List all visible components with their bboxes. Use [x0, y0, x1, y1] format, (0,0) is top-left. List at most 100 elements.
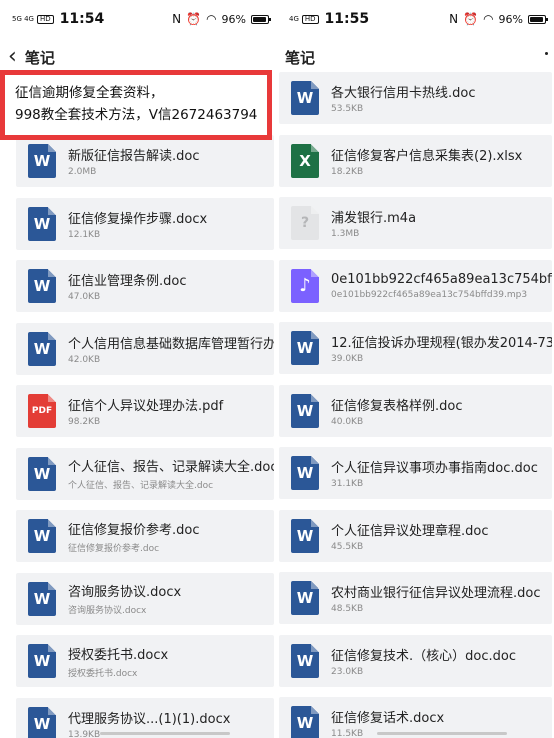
list-item[interactable]: W 征信修复操作步骤.docx 12.1KB — [16, 197, 274, 250]
nfc-icon: N — [172, 12, 182, 26]
file-name: 咨询服务协议.docx — [68, 585, 182, 600]
file-name: 授权委托书.docx — [68, 647, 169, 663]
list-item[interactable]: W 个人征信、报告、记录解读大全.doc 个人征信、报告、记录解读大全.doc — [16, 447, 274, 500]
list-item[interactable]: W 征信修复报价参考.doc 征信修复报价参考.doc — [16, 510, 274, 562]
file-name: 个人征信异议处理章程.doc — [331, 523, 489, 539]
list-item[interactable]: ? 浦发银行.m4a 1.3MB — [279, 197, 552, 249]
file-name: 农村商业银行征信异议处理流程.doc — [331, 586, 541, 601]
file-name: 征信修复表格样例.doc — [331, 398, 463, 414]
list-item[interactable]: W 各大银行信用卡热线.doc 53.5KB — [279, 72, 552, 124]
file-size: 征信修复报价参考.doc — [68, 543, 160, 554]
list-item[interactable]: W 个人征信异议事项办事指南doc.doc 31.1KB — [279, 447, 552, 499]
title-bar: ‹ 笔记 — [0, 42, 277, 72]
file-size: 98.2KB — [68, 417, 101, 427]
word-icon: W — [28, 644, 56, 678]
file-size: 48.5KB — [331, 604, 364, 614]
file-size: 39.0KB — [331, 354, 364, 364]
word-icon: W — [28, 331, 56, 366]
promo-banner: 征信逾期修复全套资料， 998教全套技术方法，V信2672463794 — [0, 70, 272, 140]
banner-line-1: 征信逾期修复全套资料， — [15, 85, 164, 101]
word-icon: W — [291, 331, 319, 365]
signal-icon: 5G 4G HD — [12, 14, 54, 24]
status-time: 11:54 — [59, 11, 105, 27]
file-size: 23.0KB — [331, 666, 364, 677]
file-name: 个人信用信息基础数据库管理暂行办 — [68, 336, 274, 352]
file-name: 征信修复客户信息采集表(2).xlsx — [331, 148, 523, 164]
file-name: 征信个人异议处理办法.pdf — [68, 399, 224, 414]
file-size: 53.5KB — [331, 104, 364, 114]
word-icon: W — [28, 706, 56, 738]
list-item[interactable]: W 授权委托书.docx 授权委托书.docx — [16, 635, 274, 687]
word-icon: W — [28, 144, 56, 178]
file-size: 2.0MB — [68, 167, 97, 177]
list-item[interactable]: W 个人征信异议处理章程.doc 45.5KB — [279, 509, 552, 562]
nfc-icon: N — [449, 12, 459, 26]
list-item[interactable]: W 征信修复表格样例.doc 40.0KB — [279, 384, 552, 437]
wifi-icon: ◠ — [483, 12, 494, 26]
title-bar: 笔记 — [277, 42, 554, 72]
more-icon[interactable] — [545, 52, 548, 55]
file-name: 0e101bb922cf465a89ea13c754bffd39. — [331, 271, 552, 287]
battery-icon — [528, 14, 548, 24]
file-name: 征信修复报价参考.doc — [68, 522, 200, 538]
word-icon: W — [28, 456, 56, 491]
file-size: 0e101bb922cf465a89ea13c754bffd39.mp3 — [331, 289, 528, 300]
file-size: 12.1KB — [68, 229, 101, 240]
list-item[interactable]: W 农村商业银行征信异议处理流程.doc 48.5KB — [279, 572, 552, 624]
status-bar: 4G HD 11:55 N ⏰ ◠ 96% — [277, 0, 554, 38]
file-name: 征信修复话术.docx — [331, 711, 445, 726]
pdf-icon: PDF — [28, 394, 56, 428]
excel-icon: X — [291, 143, 319, 178]
list-item[interactable]: W 征信业管理条例.doc 47.0KB — [16, 260, 274, 312]
file-name: 征信修复操作步骤.docx — [68, 211, 208, 227]
signal-icon: 4G HD — [289, 14, 319, 24]
alarm-icon: ⏰ — [186, 12, 202, 26]
file-size: 42.0KB — [68, 354, 101, 365]
file-name: 征信修复技术.（核心）doc.doc — [331, 648, 516, 664]
list-item[interactable]: W 12.征信投诉办理规程(银办发2014-73)... 39.0KB — [279, 322, 552, 374]
file-name: 征信业管理条例.doc — [68, 274, 187, 289]
alarm-icon: ⏰ — [463, 12, 479, 26]
word-icon: W — [291, 81, 319, 115]
wifi-icon: ◠ — [206, 12, 217, 26]
list-item[interactable]: W 咨询服务协议.docx 咨询服务协议.docx — [16, 572, 274, 625]
list-item[interactable]: X 征信修复客户信息采集表(2).xlsx 18.2KB — [279, 134, 552, 187]
file-name: 个人征信异议事项办事指南doc.doc — [331, 461, 538, 476]
battery-percent: 96% — [498, 12, 523, 26]
back-arrow-icon[interactable]: ‹ — [8, 46, 17, 68]
list-item[interactable]: ♪ 0e101bb922cf465a89ea13c754bffd39. 0e101b… — [279, 259, 552, 312]
list-item[interactable]: PDF 征信个人异议处理办法.pdf 98.2KB — [16, 385, 274, 437]
status-bar: 5G 4G HD 11:54 N ⏰ ◠ 96% — [0, 0, 277, 38]
file-name: 新版征信报告解读.doc — [68, 149, 200, 164]
file-size: 1.3MB — [331, 229, 360, 239]
word-icon: W — [291, 393, 319, 428]
unknown-file-icon: ? — [291, 206, 319, 240]
scrollbar[interactable] — [100, 732, 230, 735]
music-icon: ♪ — [291, 268, 319, 303]
battery-icon — [251, 14, 271, 24]
word-icon: W — [28, 581, 56, 616]
file-name: 个人征信、报告、记录解读大全.doc — [68, 460, 274, 475]
page-title: 笔记 — [285, 48, 316, 67]
list-item[interactable]: W 征信修复技术.（核心）doc.doc 23.0KB — [279, 634, 552, 687]
file-size: 咨询服务协议.docx — [68, 606, 147, 616]
file-size: 45.5KB — [331, 541, 364, 552]
word-icon: W — [291, 581, 319, 615]
file-name: 代理服务协议...(1)(1).docx — [68, 711, 231, 727]
word-icon: W — [291, 518, 319, 553]
word-icon: W — [28, 519, 56, 553]
status-time: 11:55 — [324, 11, 370, 27]
battery-percent: 96% — [221, 12, 246, 26]
scrollbar[interactable] — [377, 732, 507, 735]
word-icon: W — [291, 456, 319, 490]
word-icon: W — [28, 269, 56, 303]
file-size: 个人征信、报告、记录解读大全.doc — [68, 481, 214, 491]
file-name: 12.征信投诉办理规程(银办发2014-73)... — [331, 336, 552, 351]
list-item[interactable]: W 新版征信报告解读.doc 2.0MB — [16, 135, 274, 187]
right-panel: 4G HD 11:55 N ⏰ ◠ 96% 笔记 W 各大银行信用卡热线.doc 53… — [277, 0, 554, 738]
left-panel: 5G 4G HD 11:54 N ⏰ ◠ 96% ‹ 笔记 W 新版征信报告解读.d… — [0, 0, 277, 738]
file-size: 授权委托书.docx — [68, 668, 138, 679]
word-icon: W — [291, 706, 319, 738]
list-item[interactable]: W 个人信用信息基础数据库管理暂行办 42.0KB — [16, 322, 274, 375]
page-title: 笔记 — [24, 48, 55, 67]
